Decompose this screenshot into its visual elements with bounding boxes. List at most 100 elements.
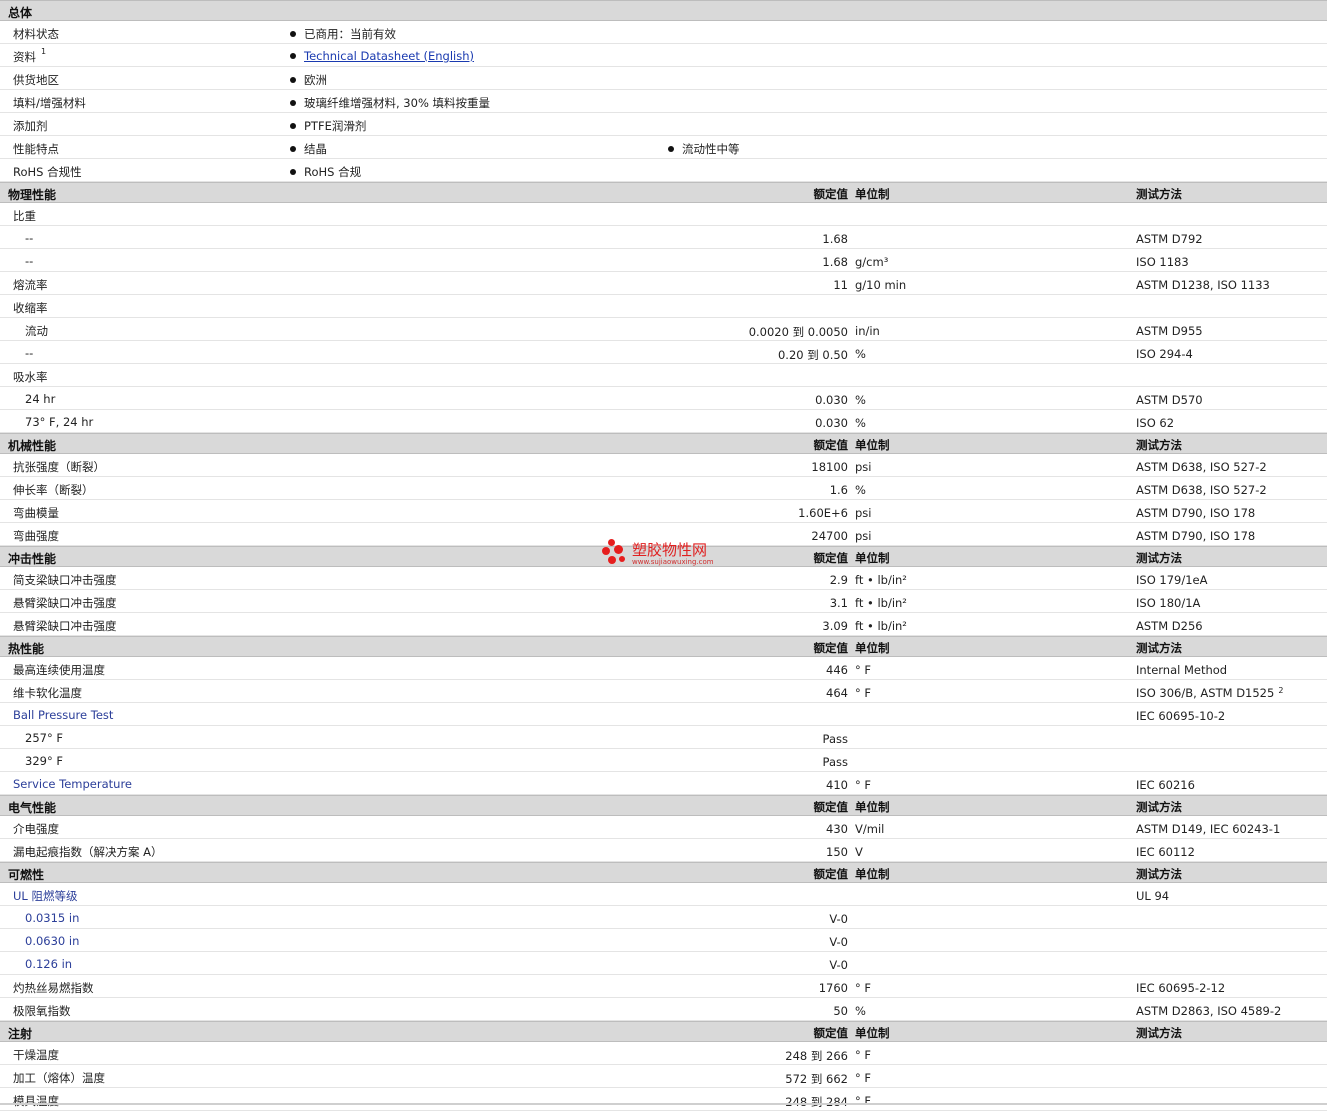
property-row: 257° F Pass: [0, 726, 1327, 749]
property-value: 11: [833, 278, 848, 292]
column-header-method: 测试方法: [1136, 800, 1182, 814]
property-unit: ° F: [855, 1094, 872, 1108]
watermark-url: www.sujiaowuxing.com: [632, 558, 714, 566]
general-row: RoHS 合规性 RoHS 合规: [0, 159, 1327, 182]
property-value: 0.030: [815, 393, 848, 407]
column-header-unit: 单位制: [855, 1026, 890, 1040]
property-value: 1.68: [822, 232, 848, 246]
bullet-icon: [290, 31, 296, 37]
section-title: 总体: [8, 6, 33, 20]
test-method: IEC 60112: [1136, 845, 1195, 859]
property-value: V-0: [829, 912, 848, 926]
section-title: 电气性能: [8, 801, 57, 815]
bullet-icon: [290, 123, 296, 129]
test-method: ASTM D790, ISO 178: [1136, 529, 1255, 543]
property-value: 1.68: [822, 255, 848, 269]
test-method: ASTM D149, IEC 60243-1: [1136, 822, 1280, 836]
property-value: 0.030: [815, 416, 848, 430]
property-row: 比重: [0, 203, 1327, 226]
bullet-text: PTFE润滑剂: [304, 119, 367, 133]
property-row: 弯曲模量 1.60E+6 psi ASTM D790, ISO 178: [0, 500, 1327, 523]
property-value: V-0: [829, 958, 848, 972]
property-row: 伸长率（断裂） 1.6% ASTM D638, ISO 527-2: [0, 477, 1327, 500]
bullet-item: Technical Datasheet (English): [290, 49, 474, 63]
logo-dot-icon: [602, 547, 610, 555]
property-row: 灼热丝易燃指数 1760 ° F IEC 60695-2-12: [0, 975, 1327, 998]
property-row: 吸水率: [0, 364, 1327, 387]
section-header-general: 总体: [0, 0, 1327, 21]
property-label: 抗张强度（断裂）: [13, 460, 105, 474]
section-title: 冲击性能: [8, 552, 57, 566]
general-row: 材料状态 已商用：当前有效: [0, 21, 1327, 44]
property-label: 伸长率（断裂）: [13, 483, 94, 497]
general-row: 供货地区 欧洲: [0, 67, 1327, 90]
property-label: 0.0630 in: [25, 934, 80, 948]
property-label: 329° F: [25, 754, 63, 768]
bullet-item: 结晶: [290, 141, 327, 157]
property-label: 漏电起痕指数（解决方案 A）: [13, 845, 163, 859]
test-method-text: ASTM D955: [1136, 324, 1203, 338]
property-label: 加工（熔体）温度: [13, 1071, 105, 1085]
test-method: ASTM D638, ISO 527-2: [1136, 483, 1267, 497]
test-method: ISO 179/1eA: [1136, 573, 1207, 587]
bullet-text: 欧洲: [304, 73, 327, 87]
test-method-text: ASTM D790, ISO 178: [1136, 506, 1256, 520]
test-method-text: ASTM D790, ISO 178: [1136, 529, 1256, 543]
property-value: 18100: [811, 460, 848, 474]
test-method-text: IEC 60112: [1136, 845, 1195, 859]
test-method-text: ASTM D638, ISO 527-2: [1136, 460, 1267, 474]
property-unit: ° F: [855, 686, 872, 700]
property-label: 熔流率: [13, 278, 48, 292]
bullet-icon: [290, 100, 296, 106]
property-value: 410: [826, 778, 848, 792]
property-unit: g/cm³: [855, 255, 889, 269]
bullet-text: 结晶: [304, 142, 327, 156]
property-row: 24 hr 0.030% ASTM D570: [0, 387, 1327, 410]
datasheet-link[interactable]: Technical Datasheet (English): [304, 49, 474, 63]
general-row: 性能特点 结晶 流动性中等: [0, 136, 1327, 159]
row-label: RoHS 合规性: [13, 165, 82, 179]
row-label: 添加剂: [13, 119, 48, 133]
bullet-text: 流动性中等: [682, 142, 740, 156]
property-label: 0.126 in: [25, 957, 73, 971]
property-label: 悬臂梁缺口冲击强度: [13, 619, 117, 633]
test-method-text: ASTM D638, ISO 527-2: [1136, 483, 1267, 497]
column-header-unit: 单位制: [855, 438, 890, 452]
property-label: 流动: [25, 324, 48, 338]
property-row: Ball Pressure Test IEC 60695-10-2: [0, 703, 1327, 726]
property-unit: V/mil: [855, 822, 885, 836]
row-label: 资料: [13, 50, 36, 64]
property-unit: ft • lb/in²: [855, 619, 907, 633]
logo-dot-icon: [608, 539, 615, 546]
logo-dot-icon: [619, 556, 625, 562]
property-value: 248 到 266: [785, 1049, 848, 1063]
property-label: UL 阻燃等级: [13, 889, 78, 903]
property-value: 1760: [818, 981, 848, 995]
property-label: Service Temperature: [13, 777, 133, 791]
section-header: 物理性能 额定值 单位制 测试方法: [0, 182, 1327, 203]
bullet-item: 玻璃纤维增强材料, 30% 填料按重量: [290, 95, 490, 111]
property-label: 模具温度: [13, 1094, 59, 1108]
property-value: 446: [826, 663, 848, 677]
property-unit: ft • lb/in²: [855, 573, 907, 587]
property-row: 329° F Pass: [0, 749, 1327, 772]
property-label: --: [25, 231, 34, 245]
test-method: ASTM D955: [1136, 324, 1203, 338]
property-row: 干燥温度 248 到 266 ° F: [0, 1042, 1327, 1065]
property-unit: %: [855, 393, 866, 407]
general-row: 添加剂 PTFE润滑剂: [0, 113, 1327, 136]
property-label: 弯曲模量: [13, 506, 59, 520]
property-value: 464: [826, 686, 848, 700]
property-value: 150: [826, 845, 848, 859]
column-header-method: 测试方法: [1136, 1026, 1182, 1040]
property-row: 漏电起痕指数（解决方案 A） 150 V IEC 60112: [0, 839, 1327, 862]
property-value: 248 到 284: [785, 1095, 848, 1109]
test-method-text: ASTM D792: [1136, 232, 1203, 246]
property-value: 0.20 到 0.50: [777, 348, 848, 362]
test-method: ASTM D638, ISO 527-2: [1136, 460, 1267, 474]
column-header-method: 测试方法: [1136, 551, 1182, 565]
property-row: 熔流率 11 g/10 min ASTM D1238, ISO 1133: [0, 272, 1327, 295]
property-value: 50: [833, 1004, 848, 1018]
column-header-method: 测试方法: [1136, 641, 1182, 655]
property-row: -- 1.68 g/cm³ ISO 1183: [0, 249, 1327, 272]
